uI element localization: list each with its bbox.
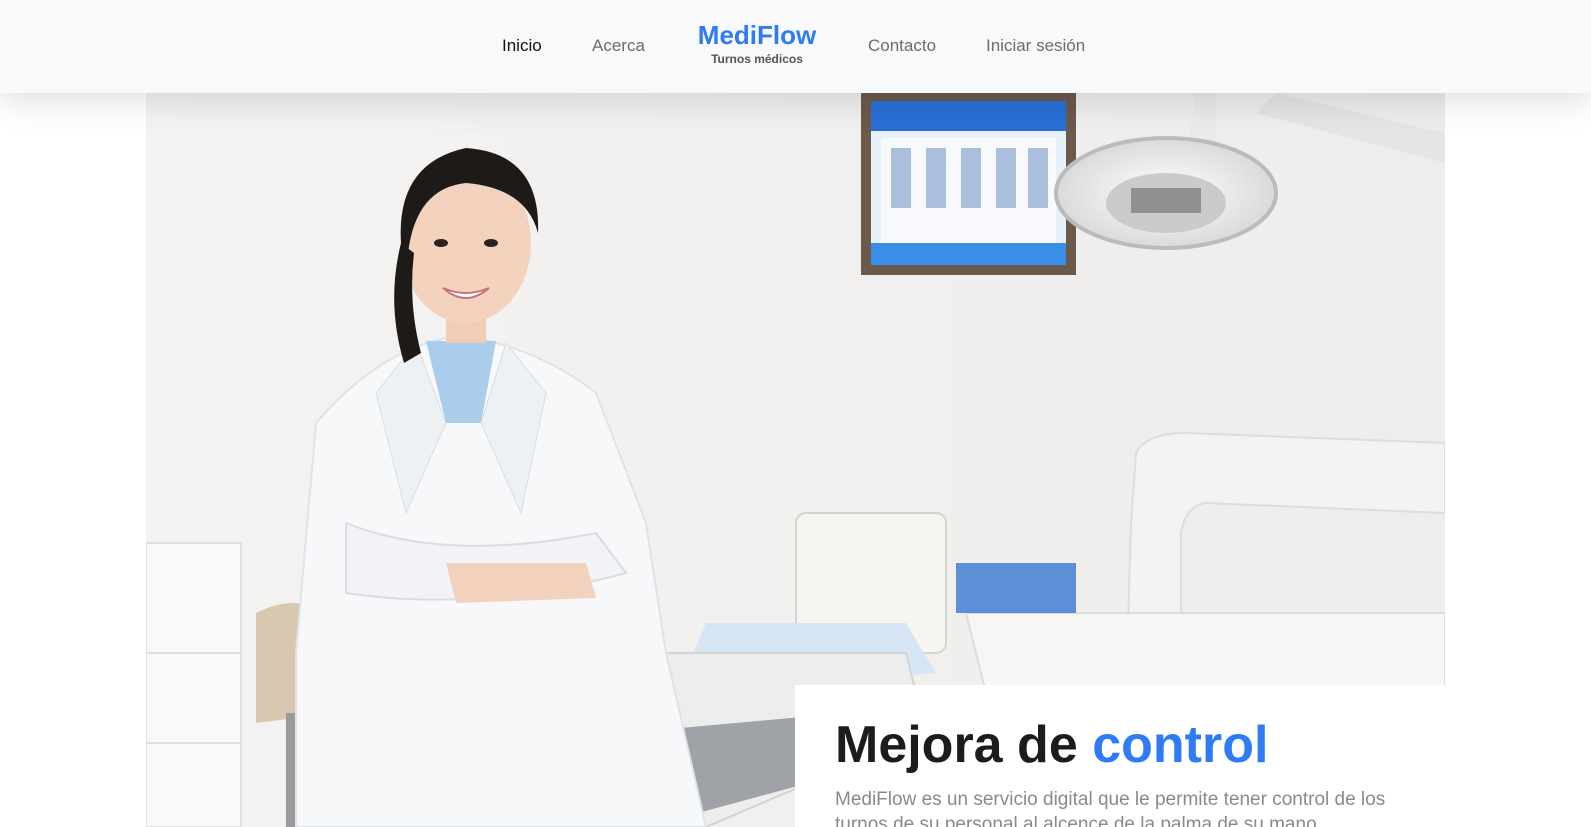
wall-poster: [861, 93, 1076, 275]
hero-headline: Mejora de control: [835, 715, 1405, 775]
top-navbar: Inicio Acerca MediFlow Turnos médicos Co…: [0, 0, 1591, 93]
nav-link-contacto[interactable]: Contacto: [868, 36, 936, 56]
nav-link-iniciar-sesion[interactable]: Iniciar sesión: [986, 36, 1085, 56]
hero-headline-main: Mejora de: [835, 716, 1078, 774]
hero-headline-accent: control: [1092, 716, 1269, 774]
brand-title: MediFlow: [697, 20, 817, 50]
nav-link-acerca[interactable]: Acerca: [592, 36, 645, 56]
hero-description: MediFlow es un servicio digital que le p…: [835, 789, 1386, 827]
brand-subtitle: Turnos médicos: [711, 52, 803, 66]
brand-logo[interactable]: MediFlow Turnos médicos: [686, 20, 828, 67]
nav-link-inicio[interactable]: Inicio: [502, 36, 542, 56]
hero-text-card: Mejora de control MediFlow es un servici…: [795, 685, 1445, 827]
